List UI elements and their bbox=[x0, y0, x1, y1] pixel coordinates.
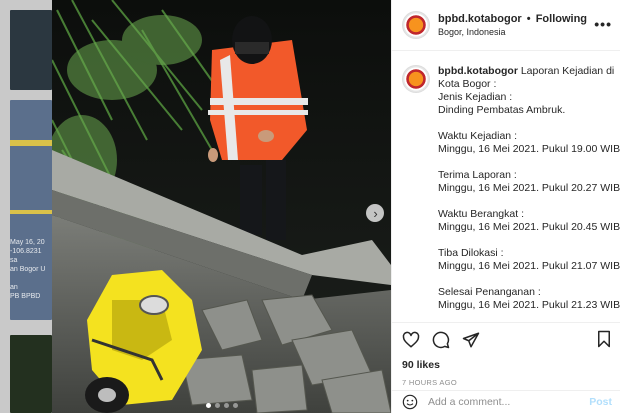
caption-line-text: Dinding Pembatas Ambruk. bbox=[438, 104, 566, 116]
backdrop-post-thumbnail[interactable] bbox=[10, 10, 52, 90]
caption-line: Minggu, 16 Mei 2021. Pukul 20.27 WIB. bbox=[438, 182, 620, 195]
caption-line-text: Waktu Kejadian : bbox=[438, 130, 517, 142]
caption-line: bpbd.kotabogor Laporan Kejadian di bbox=[438, 65, 620, 78]
more-horizontal-icon[interactable]: ••• bbox=[594, 17, 612, 31]
caption-area: bpbd.kotabogor Laporan Kejadian di Kota B… bbox=[392, 51, 620, 322]
avatar[interactable] bbox=[402, 65, 430, 93]
caption-line: Kota Bogor : bbox=[438, 78, 620, 91]
backdrop-caption-text: May 16, 20 -106.8231 sa an Bogor U an PB… bbox=[10, 239, 46, 300]
action-icons bbox=[402, 329, 610, 351]
backdrop-post-thumbnail[interactable] bbox=[10, 335, 52, 413]
post-timestamp[interactable]: 7 HOURS AGO bbox=[402, 378, 610, 387]
header-line: bpbd.kotabogor • Following bbox=[438, 12, 587, 26]
caption-line: Jenis Kejadian : bbox=[438, 91, 620, 104]
carousel-indicator bbox=[52, 403, 391, 408]
caption-line: Minggu, 16 Mei 2021. Pukul 21.23 WIB. bbox=[438, 299, 620, 312]
comment-icon[interactable] bbox=[432, 331, 450, 349]
carousel-dot bbox=[232, 403, 238, 408]
avatar[interactable] bbox=[402, 11, 430, 39]
following-button[interactable]: Following bbox=[536, 13, 587, 25]
carousel-next-button[interactable]: › bbox=[366, 204, 384, 222]
caption-line: Selesai Penanganan : bbox=[438, 286, 620, 299]
caption-line: Dinding Pembatas Ambruk. bbox=[438, 104, 620, 117]
location-link[interactable]: Bogor, Indonesia bbox=[438, 26, 587, 39]
caption-line-text: Kota Bogor : bbox=[438, 78, 497, 90]
caption-line-text: Terima Laporan : bbox=[438, 169, 517, 181]
caption-line-text: Minggu, 16 Mei 2021. Pukul 21.07 WIB. bbox=[438, 260, 620, 272]
action-bar: 90 likes 7 HOURS AGO Post bbox=[392, 322, 620, 412]
comment-bar: Post bbox=[392, 390, 620, 412]
caption-username-link[interactable]: bpbd.kotabogor bbox=[438, 65, 518, 77]
post-details-pane: bpbd.kotabogor • Following Bogor, Indone… bbox=[391, 0, 620, 413]
carousel-dot bbox=[205, 403, 211, 408]
caption-line: Waktu Kejadian : bbox=[438, 130, 620, 143]
caption-line-text: Laporan Kejadian di bbox=[520, 65, 615, 77]
caption-line-text: Selesai Penanganan : bbox=[438, 286, 541, 298]
comment-input[interactable] bbox=[428, 395, 590, 408]
caption-line-text: Tiba Dilokasi : bbox=[438, 247, 504, 259]
post-header: bpbd.kotabogor • Following Bogor, Indone… bbox=[392, 0, 620, 51]
caption-line: Tiba Dilokasi : bbox=[438, 247, 620, 260]
heart-icon[interactable] bbox=[402, 331, 420, 349]
post-modal: › bpbd.kotabogor • Following Bogor, Indo… bbox=[52, 0, 620, 413]
caption-line-text: Waktu Berangkat : bbox=[438, 208, 524, 220]
caption-line: Waktu Berangkat : bbox=[438, 208, 620, 221]
emoji-icon[interactable] bbox=[402, 394, 418, 410]
share-icon[interactable] bbox=[462, 331, 480, 349]
likes-count[interactable]: 90 likes bbox=[402, 359, 610, 371]
caption-line-text: Jenis Kejadian : bbox=[438, 91, 513, 103]
caption-line: Minggu, 16 Mei 2021. Pukul 19.00 WIB. bbox=[438, 143, 620, 156]
username-link[interactable]: bpbd.kotabogor bbox=[438, 13, 522, 25]
post-comment-button[interactable]: Post bbox=[589, 396, 612, 408]
carousel-dot bbox=[223, 403, 229, 408]
chevron-right-icon: › bbox=[373, 205, 378, 221]
caption-line: Minggu, 16 Mei 2021. Pukul 21.07 WIB. bbox=[438, 260, 620, 273]
caption-text: bpbd.kotabogor Laporan Kejadian di Kota B… bbox=[438, 65, 620, 322]
caption-line: Minggu, 16 Mei 2021. Pukul 20.45 WIB. bbox=[438, 221, 620, 234]
post-photo-illustration bbox=[52, 0, 391, 413]
separator-dot: • bbox=[526, 12, 531, 25]
caption-line-text: Minggu, 16 Mei 2021. Pukul 20.45 WIB. bbox=[438, 221, 620, 233]
header-text: bpbd.kotabogor • Following Bogor, Indone… bbox=[438, 12, 587, 39]
caption-line-text: Minggu, 16 Mei 2021. Pukul 19.00 WIB. bbox=[438, 143, 620, 155]
caption-line: Terima Laporan : bbox=[438, 169, 620, 182]
caption-line-text: Minggu, 16 Mei 2021. Pukul 20.27 WIB. bbox=[438, 182, 620, 194]
caption-line-text: Minggu, 16 Mei 2021. Pukul 21.23 WIB. bbox=[438, 299, 620, 311]
bookmark-icon[interactable] bbox=[596, 330, 612, 348]
post-photo[interactable]: › bbox=[52, 0, 391, 413]
carousel-dot bbox=[214, 403, 220, 408]
